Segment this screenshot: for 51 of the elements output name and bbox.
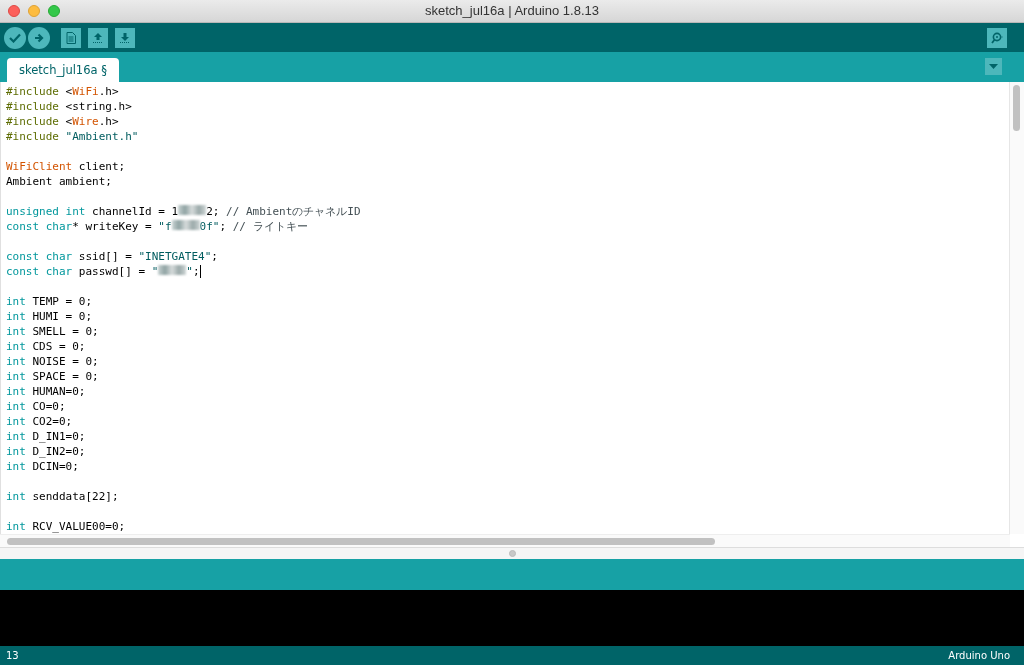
arrow-down-icon	[119, 31, 131, 44]
arrow-up-icon	[92, 31, 104, 44]
splitter-handle[interactable]	[508, 550, 516, 557]
open-button[interactable]	[88, 27, 108, 48]
code-line: const char ssid[] = "INETGATE4";	[6, 249, 218, 264]
horizontal-scrollbar[interactable]	[7, 538, 715, 545]
code-line: int RCV_VALUE00=0;	[6, 519, 126, 534]
code-line: int CDS = 0;	[6, 339, 86, 354]
code-line: int HUMI = 0;	[6, 309, 93, 324]
document-icon	[66, 31, 76, 44]
code-line: const char passwd[] = " ";	[6, 264, 200, 279]
code-line: const char* writeKey = "f 0f"; // ライトキー	[6, 219, 308, 234]
code-line: int SPACE = 0;	[6, 369, 99, 384]
new-button[interactable]	[61, 27, 81, 48]
verify-button[interactable]	[4, 26, 26, 49]
zoom-button[interactable]	[48, 4, 60, 17]
blurred-text	[178, 205, 207, 215]
magnifier-icon	[990, 31, 1004, 44]
line-number: 13	[6, 650, 19, 661]
window-title: sketch_jul16a | Arduino 1.8.13	[425, 3, 599, 19]
sketch-tab[interactable]: sketch_jul16a §	[7, 58, 119, 82]
blurred-text	[158, 265, 187, 275]
code-line: int NOISE = 0;	[6, 354, 99, 369]
code-line: int DCIN=0;	[6, 459, 79, 474]
code-line: int CO2=0;	[6, 414, 73, 429]
code-line: int CO=0;	[6, 399, 66, 414]
vertical-scrollbar[interactable]	[1013, 85, 1020, 131]
code-line: int senddata[22];	[6, 489, 119, 504]
save-button[interactable]	[115, 27, 135, 48]
tab-menu-button[interactable]	[985, 58, 1002, 76]
code-line: Ambient ambient;	[6, 174, 112, 189]
code-line: int HUMAN=0;	[6, 384, 86, 399]
arrow-right-icon	[34, 32, 44, 43]
code-line: #include "Ambient.h"	[6, 129, 139, 144]
code-line: int D_IN2=0;	[6, 444, 86, 459]
caret-icon	[989, 64, 998, 70]
board-name: Arduino Uno	[948, 650, 1010, 661]
code-line: unsigned int channelId = 1 2; // AmbientのチャネルID	[6, 204, 361, 219]
code-line: #include <Wire.h>	[6, 114, 119, 129]
code-line: #include <WiFi.h>	[6, 84, 119, 99]
minimize-button[interactable]	[28, 4, 40, 17]
code-line: int SMELL = 0;	[6, 324, 99, 339]
code-line: #include <string.h>	[6, 99, 132, 114]
serial-monitor-button[interactable]	[987, 27, 1007, 48]
code-line: int D_IN1=0;	[6, 429, 86, 444]
checkmark-icon	[9, 32, 21, 43]
close-button[interactable]	[8, 4, 20, 17]
code-line: int TEMP = 0;	[6, 294, 93, 309]
upload-button[interactable]	[28, 26, 50, 49]
blurred-text	[171, 220, 200, 230]
code-line: WiFiClient client;	[6, 159, 126, 174]
